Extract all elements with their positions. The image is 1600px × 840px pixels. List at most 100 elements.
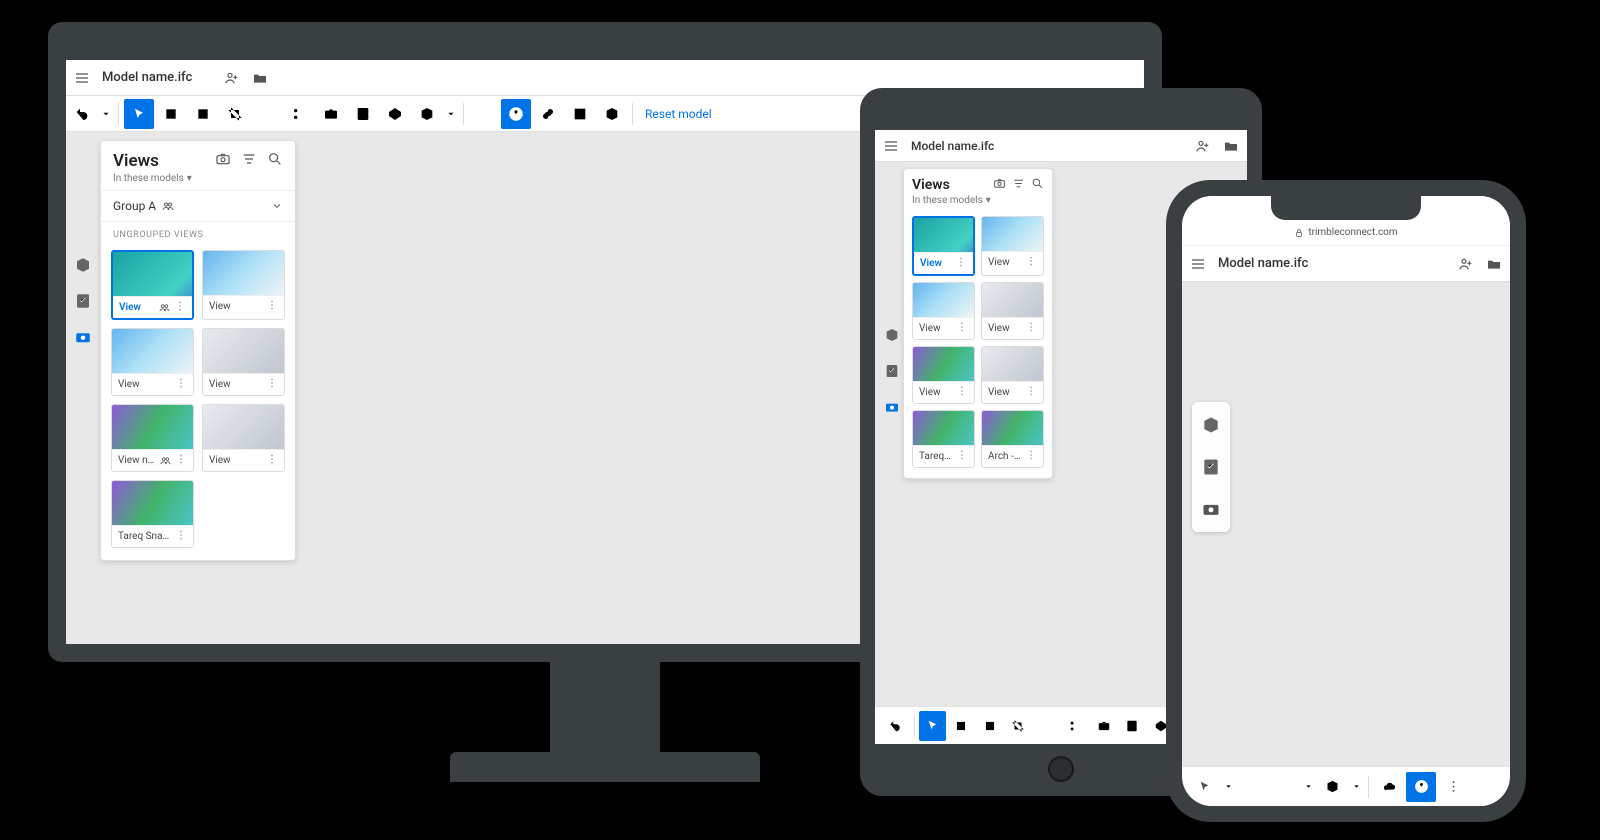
reset-model-link[interactable]: Reset model bbox=[637, 107, 720, 121]
package-dropdown[interactable] bbox=[444, 99, 458, 129]
views-panel-subtitle[interactable]: In these models ▾ bbox=[912, 195, 991, 206]
snapshot-icon[interactable] bbox=[215, 151, 231, 167]
rail-todos-icon[interactable] bbox=[70, 288, 96, 314]
package-dropdown[interactable] bbox=[1349, 772, 1363, 802]
view-more-icon[interactable] bbox=[956, 385, 968, 400]
cut-icon[interactable] bbox=[1062, 711, 1089, 741]
rail-views-icon[interactable] bbox=[1198, 496, 1224, 522]
cloud-icon[interactable] bbox=[1374, 772, 1404, 802]
view-more-icon[interactable] bbox=[174, 300, 186, 315]
rail-views-icon[interactable] bbox=[70, 324, 96, 350]
view-more-icon[interactable] bbox=[955, 256, 967, 271]
view-card[interactable]: Tareq Snap... bbox=[912, 410, 975, 468]
clip-tool[interactable] bbox=[220, 99, 250, 129]
undo-button[interactable] bbox=[67, 99, 97, 129]
package-tool[interactable] bbox=[1317, 772, 1347, 802]
undo-button[interactable] bbox=[882, 711, 909, 741]
search-icon[interactable] bbox=[267, 151, 283, 167]
more-tools[interactable] bbox=[1438, 772, 1468, 802]
view-group-row[interactable]: Group A bbox=[101, 190, 295, 222]
rail-todos-icon[interactable] bbox=[1198, 454, 1224, 480]
pointer-tool[interactable] bbox=[124, 99, 154, 129]
invite-people-icon[interactable] bbox=[224, 70, 240, 86]
sort-icon[interactable] bbox=[241, 151, 257, 167]
help-button[interactable] bbox=[1406, 772, 1436, 802]
view-card[interactable]: View na... bbox=[111, 404, 194, 472]
rail-models-icon[interactable] bbox=[879, 322, 905, 348]
clip-tool[interactable] bbox=[1005, 711, 1032, 741]
pointer-dropdown[interactable] bbox=[1221, 772, 1235, 802]
cut-icon[interactable] bbox=[284, 99, 314, 129]
search-icon[interactable] bbox=[1031, 177, 1044, 190]
sort-icon[interactable] bbox=[1012, 177, 1025, 190]
section-tool[interactable] bbox=[976, 711, 1003, 741]
view-card[interactable]: View bbox=[111, 250, 194, 320]
pointer-tool[interactable] bbox=[1189, 772, 1219, 802]
grid-tool[interactable] bbox=[565, 99, 595, 129]
snapshot-icon[interactable] bbox=[993, 177, 1006, 190]
cube-tool[interactable] bbox=[597, 99, 627, 129]
view-card[interactable]: View bbox=[912, 346, 975, 404]
view-card[interactable]: View bbox=[912, 216, 975, 276]
view-card[interactable]: View bbox=[912, 282, 975, 340]
add-button[interactable] bbox=[1269, 772, 1299, 802]
menu-icon[interactable] bbox=[74, 70, 90, 86]
todo-tool[interactable] bbox=[1119, 711, 1146, 741]
view-more-icon[interactable] bbox=[956, 449, 968, 464]
measure-tool[interactable] bbox=[1237, 772, 1267, 802]
view-more-icon[interactable] bbox=[175, 529, 187, 544]
add-dropdown[interactable] bbox=[1301, 772, 1315, 802]
measure-tool[interactable] bbox=[252, 99, 282, 129]
link-tool[interactable] bbox=[533, 99, 563, 129]
views-panel-subtitle[interactable]: In these models ▾ bbox=[113, 173, 192, 184]
phone-address-bar[interactable]: trimbleconnect.com bbox=[1182, 220, 1510, 246]
rail-models-icon[interactable] bbox=[1198, 412, 1224, 438]
view-more-icon[interactable] bbox=[1025, 255, 1037, 270]
view-more-icon[interactable] bbox=[175, 377, 187, 392]
layers-tool[interactable] bbox=[469, 99, 499, 129]
phone-3d-viewport[interactable] bbox=[1182, 282, 1510, 766]
view-more-icon[interactable] bbox=[1025, 449, 1037, 464]
view-card[interactable]: View bbox=[202, 328, 285, 396]
model-name: Model name.ifc bbox=[102, 70, 192, 85]
section-tool[interactable] bbox=[188, 99, 218, 129]
menu-icon[interactable] bbox=[883, 138, 899, 154]
folder-icon[interactable] bbox=[1223, 138, 1239, 154]
view-card[interactable]: View bbox=[202, 404, 285, 472]
view-more-icon[interactable] bbox=[1025, 321, 1037, 336]
todo-tool[interactable] bbox=[348, 99, 378, 129]
folder-icon[interactable] bbox=[252, 70, 268, 86]
view-more-icon[interactable] bbox=[266, 453, 278, 468]
tablet-views-grid: ViewViewViewViewViewViewTareq Snap...Arc… bbox=[904, 210, 1052, 478]
view-more-icon[interactable] bbox=[175, 453, 187, 468]
menu-icon[interactable] bbox=[1190, 256, 1206, 272]
view-card[interactable]: View bbox=[981, 216, 1044, 276]
rail-views-icon[interactable] bbox=[879, 394, 905, 420]
camera-tool[interactable] bbox=[316, 99, 346, 129]
undo-dropdown[interactable] bbox=[99, 99, 113, 129]
view-card[interactable]: View bbox=[202, 250, 285, 320]
tablet-home-button[interactable] bbox=[1048, 756, 1074, 782]
camera-tool[interactable] bbox=[1091, 711, 1118, 741]
view-more-icon[interactable] bbox=[956, 321, 968, 336]
view-card[interactable]: Tareq Snap... bbox=[111, 480, 194, 548]
view-card[interactable]: View bbox=[981, 346, 1044, 404]
select-tool[interactable] bbox=[156, 99, 186, 129]
package-tool[interactable] bbox=[412, 99, 442, 129]
rail-todos-icon[interactable] bbox=[879, 358, 905, 384]
view-more-icon[interactable] bbox=[266, 299, 278, 314]
invite-people-icon[interactable] bbox=[1195, 138, 1211, 154]
view-card[interactable]: View bbox=[111, 328, 194, 396]
measure-tool[interactable] bbox=[1033, 711, 1060, 741]
view-more-icon[interactable] bbox=[266, 377, 278, 392]
view-card[interactable]: View bbox=[981, 282, 1044, 340]
select-tool[interactable] bbox=[948, 711, 975, 741]
view-more-icon[interactable] bbox=[1025, 385, 1037, 400]
invite-people-icon[interactable] bbox=[1458, 256, 1474, 272]
help-button[interactable] bbox=[501, 99, 531, 129]
markup-tool[interactable] bbox=[380, 99, 410, 129]
folder-icon[interactable] bbox=[1486, 256, 1502, 272]
rail-models-icon[interactable] bbox=[70, 252, 96, 278]
view-card[interactable]: Arch - Horiz... bbox=[981, 410, 1044, 468]
pointer-tool[interactable] bbox=[919, 711, 946, 741]
